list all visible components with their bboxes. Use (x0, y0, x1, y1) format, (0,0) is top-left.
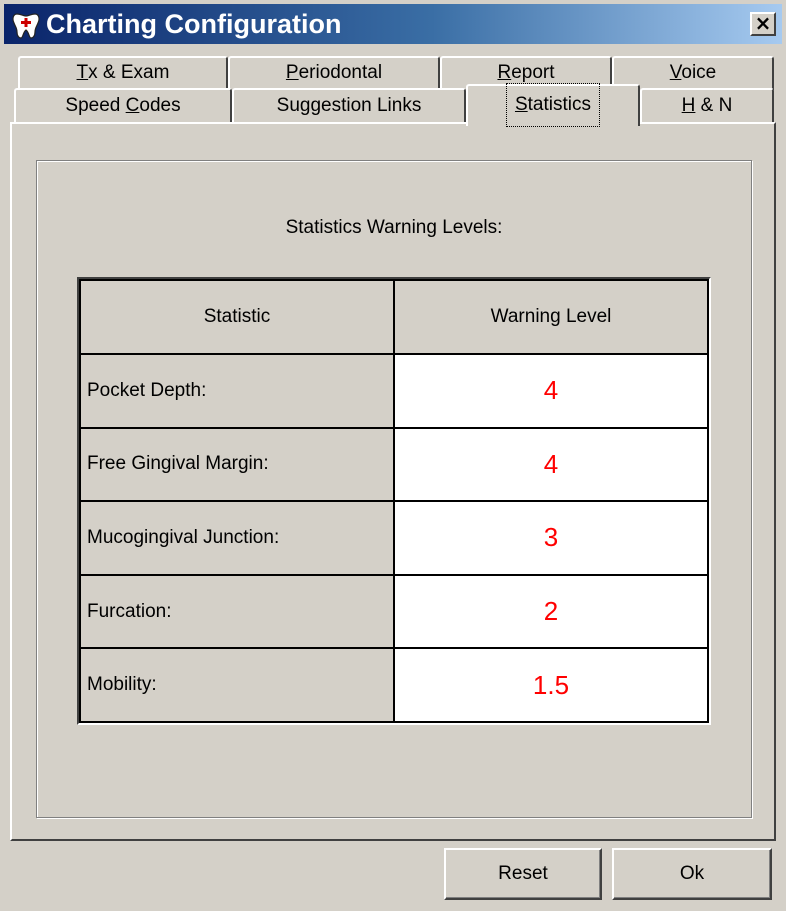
table-row: Mobility: 1.5 (79, 647, 709, 723)
statistics-table: Statistic Warning Level Pocket Depth: 4 … (79, 279, 709, 723)
column-header-statistic: Statistic (79, 279, 395, 355)
tab-h-n[interactable]: H & N (640, 88, 774, 124)
close-button[interactable]: × (750, 12, 776, 36)
tab-label: Suggestion Links (276, 95, 422, 116)
warning-level-cell[interactable]: 4 (393, 426, 709, 503)
ok-button[interactable]: Ok (612, 848, 772, 900)
reset-button[interactable]: Reset (444, 848, 602, 900)
table-row: Pocket Depth: 4 (79, 353, 709, 429)
tab-label: Voice (669, 62, 717, 83)
warning-level-cell[interactable]: 1.5 (393, 647, 709, 723)
statistics-tab-panel: Statistics Warning Levels: Statistic War… (10, 122, 776, 841)
column-header-warning-level: Warning Level (393, 279, 709, 355)
warning-level-cell[interactable]: 2 (393, 573, 709, 650)
statistics-caption: Statistics Warning Levels: (285, 217, 503, 238)
window-title: Charting Configuration (46, 9, 342, 39)
statistic-name: Pocket Depth: (79, 353, 395, 429)
header-row: Statistic Warning Level (79, 279, 709, 355)
warning-level-cell[interactable]: 4 (393, 353, 709, 429)
reset-button-label: Reset (498, 863, 548, 884)
tab-label: Tx & Exam (76, 62, 170, 83)
statistic-name: Furcation: (79, 573, 395, 650)
statistic-name: Mobility: (79, 647, 395, 723)
tab-label: Periodontal (285, 62, 383, 83)
tab-periodontal[interactable]: Periodontal (228, 56, 440, 90)
close-icon: × (754, 11, 772, 35)
ok-button-label: Ok (679, 863, 705, 884)
tooth-app-icon (12, 13, 40, 39)
table-row: Free Gingival Margin: 4 (79, 426, 709, 503)
statistics-group-box: Statistics Warning Levels: Statistic War… (36, 160, 752, 818)
statistics-grid: Statistic Warning Level Pocket Depth: 4 … (77, 277, 711, 725)
tab-label: H & N (681, 95, 733, 116)
tab-label: Statistics (505, 83, 601, 127)
tab-label: Speed Codes (65, 95, 181, 116)
statistic-name: Free Gingival Margin: (79, 426, 395, 503)
tab-speed-codes[interactable]: Speed Codes (14, 88, 232, 124)
warning-level-cell[interactable]: 3 (393, 500, 709, 576)
charting-configuration-dialog: Charting Configuration × Tx & Exam Perio… (0, 0, 786, 911)
tab-suggestion-links[interactable]: Suggestion Links (232, 88, 466, 124)
statistic-name: Mucogingival Junction: (79, 500, 395, 576)
tab-tx-exam[interactable]: Tx & Exam (18, 56, 228, 90)
table-row: Mucogingival Junction: 3 (79, 500, 709, 576)
title-bar[interactable]: Charting Configuration × (4, 4, 782, 44)
tab-statistics[interactable]: Statistics (466, 83, 640, 127)
table-row: Furcation: 2 (79, 573, 709, 650)
